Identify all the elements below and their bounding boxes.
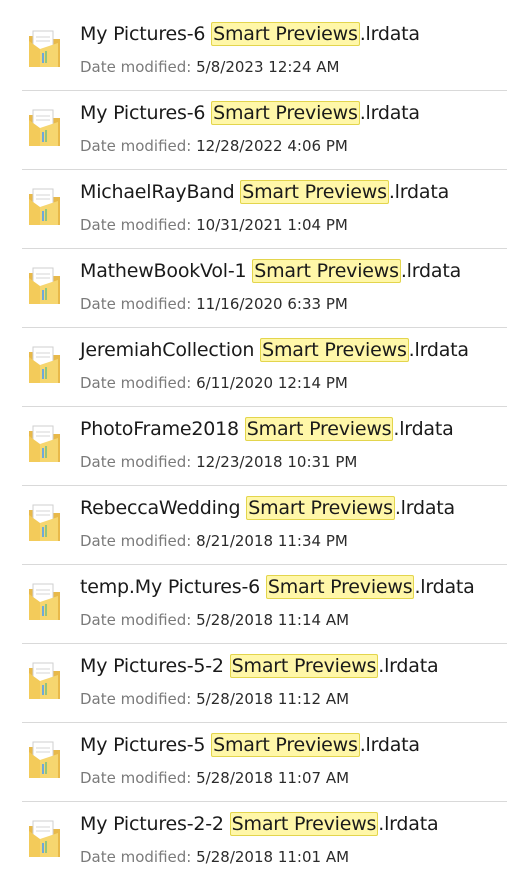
date-modified: Date modified: 12/28/2022 4:06 PM: [80, 137, 348, 155]
file-name-suffix: .lrdata: [378, 813, 439, 835]
file-name-suffix: .lrdata: [359, 23, 420, 45]
date-modified: Date modified: 6/11/2020 12:14 PM: [80, 374, 348, 392]
list-item[interactable]: My Pictures-5-2 Smart Previews .lrdata Da…: [22, 644, 507, 723]
date-modified-label: Date modified:: [80, 453, 192, 471]
folder-icon: [27, 738, 62, 780]
file-name-prefix: temp.My Pictures-6: [80, 576, 266, 598]
date-modified-label: Date modified:: [80, 295, 192, 313]
date-modified-label: Date modified:: [80, 769, 192, 787]
search-match-highlight: Smart Previews: [244, 417, 394, 441]
list-item[interactable]: JeremiahCollection Smart Previews .lrdata…: [22, 328, 507, 407]
file-name: My Pictures-6 Smart Previews .lrdata: [80, 22, 420, 46]
search-match-highlight: Smart Previews: [211, 101, 360, 125]
date-modified-label: Date modified:: [80, 690, 192, 708]
file-name-prefix: My Pictures-6: [80, 23, 212, 45]
folder-icon: [27, 106, 62, 148]
file-name: JeremiahCollection Smart Previews .lrdata: [80, 338, 469, 362]
file-name: My Pictures-6 Smart Previews .lrdata: [80, 101, 420, 125]
date-modified: Date modified: 11/16/2020 6:33 PM: [80, 295, 348, 313]
search-match-highlight: Smart Previews: [229, 654, 379, 678]
file-name: PhotoFrame2018 Smart Previews .lrdata: [80, 417, 454, 441]
file-name: temp.My Pictures-6 Smart Previews .lrdata: [80, 575, 475, 599]
date-modified-label: Date modified:: [80, 611, 192, 629]
file-name-prefix: My Pictures-2-2: [80, 813, 230, 835]
folder-icon: [27, 185, 62, 227]
date-modified-label: Date modified:: [80, 374, 192, 392]
file-name-suffix: .lrdata: [359, 734, 420, 756]
date-modified-label: Date modified:: [80, 216, 192, 234]
file-name: RebeccaWedding Smart Previews .lrdata: [80, 496, 456, 520]
folder-icon: [27, 343, 62, 385]
date-modified: Date modified: 12/23/2018 10:31 PM: [80, 453, 357, 471]
file-name: My Pictures-5 Smart Previews .lrdata: [80, 733, 420, 757]
date-modified-value: 8/21/2018 11:34 PM: [196, 532, 348, 550]
search-match-highlight: Smart Previews: [260, 338, 409, 362]
file-name-prefix: MathewBookVol-1: [80, 260, 253, 282]
folder-icon: [27, 817, 62, 859]
file-name-suffix: .lrdata: [393, 418, 454, 440]
date-modified-label: Date modified:: [80, 848, 192, 866]
list-item[interactable]: My Pictures-6 Smart Previews .lrdata Date…: [22, 91, 507, 170]
folder-icon: [27, 580, 62, 622]
file-name-suffix: .lrdata: [388, 181, 450, 203]
date-modified-value: 10/31/2021 1:04 PM: [196, 216, 348, 234]
date-modified-value: 5/8/2023 12:24 AM: [196, 58, 340, 76]
file-name-prefix: My Pictures-6: [80, 102, 212, 124]
date-modified-value: 5/28/2018 11:12 AM: [196, 690, 350, 708]
list-item[interactable]: RebeccaWedding Smart Previews .lrdata Dat…: [22, 486, 507, 565]
list-item[interactable]: PhotoFrame2018 Smart Previews .lrdata Dat…: [22, 407, 507, 486]
date-modified-label: Date modified:: [80, 137, 192, 155]
file-name-prefix: PhotoFrame2018: [80, 418, 245, 440]
folder-icon: [27, 659, 62, 701]
folder-icon: [27, 422, 62, 464]
file-name-prefix: RebeccaWedding: [80, 497, 247, 519]
file-name-suffix: .lrdata: [400, 260, 462, 282]
date-modified: Date modified: 8/21/2018 11:34 PM: [80, 532, 348, 550]
date-modified: Date modified: 5/28/2018 11:07 AM: [80, 769, 349, 787]
date-modified: Date modified: 10/31/2021 1:04 PM: [80, 216, 348, 234]
search-match-highlight: Smart Previews: [246, 496, 395, 520]
date-modified-value: 12/28/2022 4:06 PM: [196, 137, 348, 155]
date-modified-label: Date modified:: [80, 58, 192, 76]
file-name-suffix: .lrdata: [394, 497, 456, 519]
file-name: MathewBookVol-1 Smart Previews .lrdata: [80, 259, 462, 283]
file-name: MichaelRayBand Smart Previews .lrdata: [80, 180, 450, 204]
file-name-suffix: .lrdata: [359, 102, 420, 124]
list-item[interactable]: My Pictures-2-2 Smart Previews .lrdata Da…: [22, 802, 507, 881]
search-match-highlight: Smart Previews: [211, 22, 360, 46]
date-modified: Date modified: 5/28/2018 11:12 AM: [80, 690, 349, 708]
search-match-highlight: Smart Previews: [265, 575, 415, 599]
file-name-suffix: .lrdata: [414, 576, 475, 598]
file-name: My Pictures-2-2 Smart Previews .lrdata: [80, 812, 439, 836]
date-modified-value: 11/16/2020 6:33 PM: [196, 295, 348, 313]
file-name-prefix: MichaelRayBand: [80, 181, 241, 203]
folder-icon: [27, 501, 62, 543]
date-modified-value: 5/28/2018 11:01 AM: [196, 848, 350, 866]
list-item[interactable]: temp.My Pictures-6 Smart Previews .lrdata…: [22, 565, 507, 644]
list-item[interactable]: My Pictures-6 Smart Previews .lrdata Date…: [22, 12, 507, 91]
list-item[interactable]: MathewBookVol-1 Smart Previews .lrdata Da…: [22, 249, 507, 328]
date-modified-value: 6/11/2020 12:14 PM: [196, 374, 348, 392]
search-match-highlight: Smart Previews: [252, 259, 401, 283]
date-modified: Date modified: 5/28/2018 11:01 AM: [80, 848, 349, 866]
date-modified-value: 12/23/2018 10:31 PM: [196, 453, 358, 471]
date-modified: Date modified: 5/28/2018 11:14 AM: [80, 611, 349, 629]
list-item[interactable]: My Pictures-5 Smart Previews .lrdata Date…: [22, 723, 507, 802]
file-name-prefix: My Pictures-5: [80, 734, 212, 756]
search-match-highlight: Smart Previews: [240, 180, 389, 204]
file-name-suffix: .lrdata: [408, 339, 469, 361]
date-modified-label: Date modified:: [80, 532, 192, 550]
file-name: My Pictures-5-2 Smart Previews .lrdata: [80, 654, 439, 678]
date-modified: Date modified: 5/8/2023 12:24 AM: [80, 58, 339, 76]
folder-icon: [27, 264, 62, 306]
date-modified-value: 5/28/2018 11:07 AM: [196, 769, 350, 787]
file-name-suffix: .lrdata: [378, 655, 439, 677]
search-match-highlight: Smart Previews: [229, 812, 379, 836]
folder-icon: [27, 27, 62, 69]
file-name-prefix: JeremiahCollection: [80, 339, 261, 361]
search-match-highlight: Smart Previews: [211, 733, 360, 757]
date-modified-value: 5/28/2018 11:14 AM: [196, 611, 350, 629]
list-item[interactable]: MichaelRayBand Smart Previews .lrdata Dat…: [22, 170, 507, 249]
file-name-prefix: My Pictures-5-2: [80, 655, 230, 677]
